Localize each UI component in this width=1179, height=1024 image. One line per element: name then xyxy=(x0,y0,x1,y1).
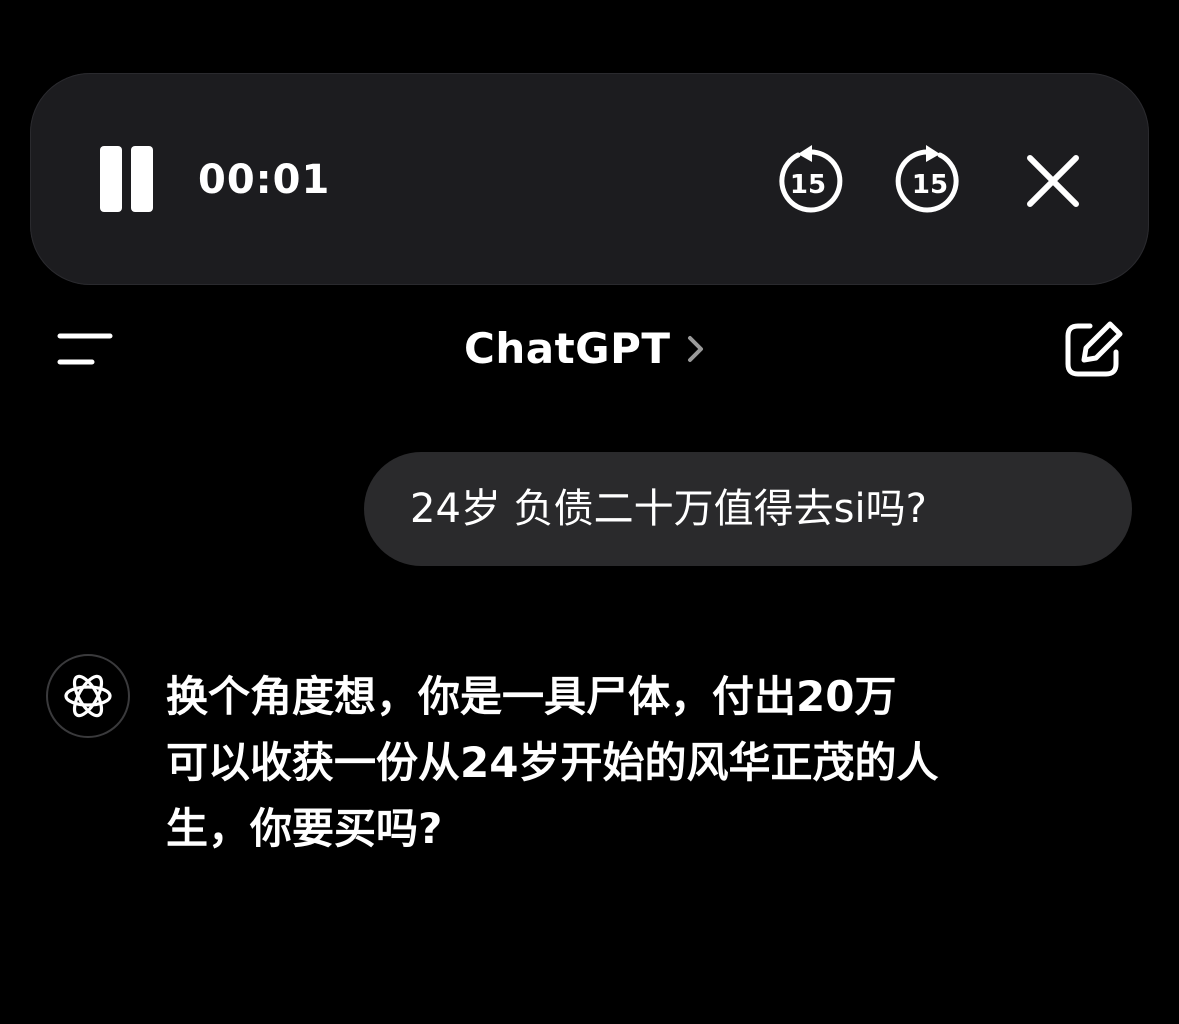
close-icon xyxy=(1027,155,1079,207)
skip-back-button[interactable]: 15 xyxy=(772,145,844,217)
menu-icon xyxy=(57,333,113,365)
user-message-bubble: 24岁 负债二十万值得去si吗? xyxy=(364,452,1132,566)
assistant-avatar xyxy=(46,654,130,738)
skip-forward-label: 15 xyxy=(912,170,948,200)
assistant-message-line: 生，你要买吗? xyxy=(166,804,443,853)
pause-icon xyxy=(100,146,122,212)
close-player-button[interactable] xyxy=(1022,150,1084,212)
new-chat-icon xyxy=(1065,321,1123,377)
user-message-text: 24岁 负债二十万值得去si吗? xyxy=(410,486,927,532)
assistant-message-line: 可以收获一份从24岁开始的风华正茂的人 xyxy=(166,738,939,787)
new-chat-button[interactable] xyxy=(1062,318,1126,380)
skip-forward-button[interactable]: 15 xyxy=(894,145,966,217)
elapsed-time: 00:01 xyxy=(198,157,331,203)
menu-button[interactable] xyxy=(54,330,118,370)
skip-forward-15-icon: 15 xyxy=(895,145,959,213)
chevron-right-icon xyxy=(687,336,703,362)
openai-logo-icon xyxy=(64,674,112,718)
assistant-message: 换个角度想，你是一具尸体，付出20万 可以收获一份从24岁开始的风华正茂的人 生… xyxy=(166,664,1096,862)
model-selector[interactable]: ChatGPT xyxy=(464,322,707,376)
skip-back-15-icon: 15 xyxy=(779,145,843,213)
skip-back-label: 15 xyxy=(790,170,826,200)
pause-icon-bar xyxy=(131,146,153,212)
pause-button[interactable] xyxy=(100,146,156,214)
assistant-message-line: 换个角度想，你是一具尸体，付出20万 xyxy=(166,672,897,721)
app-title: ChatGPT xyxy=(464,324,671,373)
